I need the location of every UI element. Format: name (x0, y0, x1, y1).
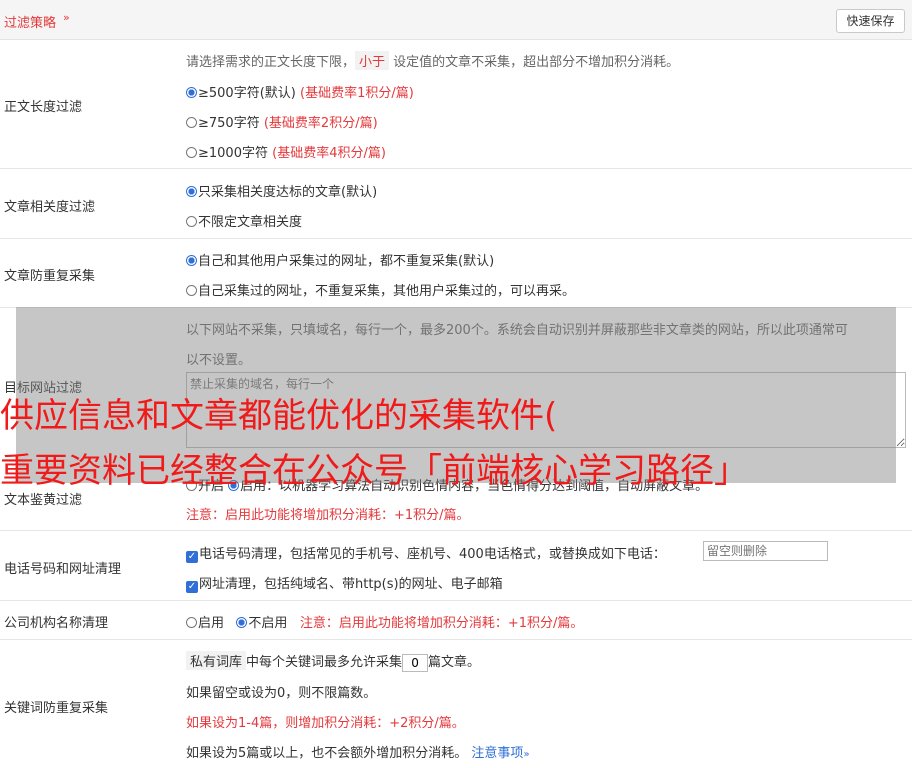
text: 中每个关键词最多允许采集 (246, 655, 403, 670)
checkbox-checked-icon[interactable]: ✓ (186, 551, 198, 563)
chevron-down-icon[interactable]: » (63, 11, 70, 24)
length-filter-hint: 请选择需求的正文长度下限， 小于 设定值的文章不采集，超出部分不增加积分消耗。 (186, 51, 679, 70)
option-note: 注意：启用此功能将增加积分消耗：+1积分/篇。 (299, 616, 584, 631)
company-clean-label: 公司机构名称清理 (4, 616, 109, 631)
phone-clean-label: 电话号码和网址清理 (4, 562, 122, 577)
option-note: (基础费率4积分/篇) (272, 146, 386, 161)
option-label: 自己和其他用户采集过的网址，都不重复采集(默认) (198, 254, 495, 269)
filter-header: 过滤策略 » 快速保存 (0, 0, 912, 40)
watermark-line-2: 重要资料已经整合在公众号「前端核心学习路径」 (0, 451, 748, 491)
company-clean-options: 启用 不启用 注意：启用此功能将增加积分消耗：+1积分/篇。 (186, 612, 583, 631)
option-label: 自己采集过的网址，不重复采集，其他用户采集过的，可以再采。 (198, 284, 576, 299)
dedup-option-2[interactable]: 自己采集过的网址，不重复采集，其他用户采集过的，可以再采。 (186, 280, 575, 299)
divider (0, 600, 912, 601)
notes-link[interactable]: 注意事项» (471, 746, 529, 761)
keyword-dedup-line-1: 私有词库中每个关键词最多允许采集 篇文章。 (186, 651, 480, 672)
max-articles-input[interactable] (402, 653, 429, 672)
radio-selected-icon[interactable] (236, 617, 248, 628)
relevance-label: 文章相关度过滤 (4, 200, 96, 215)
hint-text: 设定值的文章不采集，超出部分不增加积分消耗。 (393, 55, 680, 70)
text: 如果设为5篇或以上，也不会额外增加积分消耗。 (186, 746, 468, 761)
option-label: 启用 (198, 616, 225, 631)
length-option-1000[interactable]: ≥1000字符 (基础费率4积分/篇) (186, 142, 386, 161)
option-note: (基础费率1积分/篇) (300, 86, 414, 101)
divider (0, 530, 912, 531)
quick-save-button[interactable]: 快速保存 (836, 9, 905, 33)
dedup-option-1[interactable]: 自己和其他用户采集过的网址，都不重复采集(默认) (186, 250, 494, 269)
option-label: ≥500字符(默认) (198, 86, 296, 101)
radio-icon[interactable] (186, 216, 197, 227)
option-label: 只采集相关度达标的文章(默认) (198, 185, 378, 200)
length-option-500[interactable]: ≥500字符(默认) (基础费率1积分/篇) (186, 82, 414, 101)
divider (0, 168, 912, 169)
keyword-dedup-line-4: 如果设为5篇或以上，也不会额外增加积分消耗。 注意事项» (186, 742, 530, 761)
header-title: 过滤策略 (4, 16, 57, 31)
option-label: 不启用 (248, 616, 288, 631)
option-label: ≥1000字符 (198, 146, 268, 161)
radio-icon[interactable] (186, 147, 197, 158)
chevron-down-icon: » (523, 749, 530, 760)
radio-icon[interactable] (186, 117, 197, 128)
private-lexicon-tag: 私有词库 (186, 651, 247, 670)
option-label: 不限定文章相关度 (198, 215, 303, 230)
option-label: 网址清理，包括纯域名、带http(s)的网址、电子邮箱 (199, 577, 503, 592)
watermark-line-1: 供应信息和文章都能优化的采集软件( (0, 396, 558, 436)
radio-selected-icon[interactable] (186, 87, 197, 98)
phone-clean-option[interactable]: ✓ 电话号码清理，包括常见的手机号、座机号、400电话格式，或替换成如下电话： (186, 543, 666, 563)
hint-text: 请选择需求的正文长度下限， (186, 55, 356, 70)
url-clean-option[interactable]: ✓ 网址清理，包括纯域名、带http(s)的网址、电子邮箱 (186, 573, 503, 593)
divider (0, 639, 912, 640)
radio-icon[interactable] (186, 617, 197, 628)
text: 篇文章。 (428, 655, 481, 670)
less-than-tag: 小于 (355, 51, 390, 70)
keyword-dedup-line-3: 如果设为1-4篇，则增加积分消耗：+2积分/篇。 (186, 716, 465, 731)
porn-filter-note: 注意：启用此功能将增加积分消耗：+1积分/篇。 (186, 508, 470, 523)
replacement-phone-input[interactable] (703, 541, 828, 561)
relevance-option-1[interactable]: 只采集相关度达标的文章(默认) (186, 181, 377, 200)
notes-link-label: 注意事项 (471, 746, 524, 761)
option-label: ≥750字符 (198, 116, 260, 131)
length-filter-label: 正文长度过滤 (4, 100, 83, 115)
option-note: (基础费率2积分/篇) (263, 116, 378, 131)
checkbox-checked-icon[interactable]: ✓ (186, 581, 198, 593)
length-option-750[interactable]: ≥750字符 (基础费率2积分/篇) (186, 112, 378, 131)
keyword-dedup-line-2: 如果留空或设为0，则不限篇数。 (186, 686, 377, 701)
radio-icon[interactable] (186, 285, 197, 296)
relevance-option-2[interactable]: 不限定文章相关度 (186, 211, 302, 230)
dedup-label: 文章防重复采集 (4, 269, 96, 284)
radio-selected-icon[interactable] (186, 255, 197, 266)
keyword-dedup-label: 关键词防重复采集 (4, 701, 109, 716)
divider (0, 238, 912, 239)
option-label: 电话号码清理，包括常见的手机号、座机号、400电话格式，或替换成如下电话： (199, 547, 666, 562)
radio-selected-icon[interactable] (186, 186, 197, 197)
